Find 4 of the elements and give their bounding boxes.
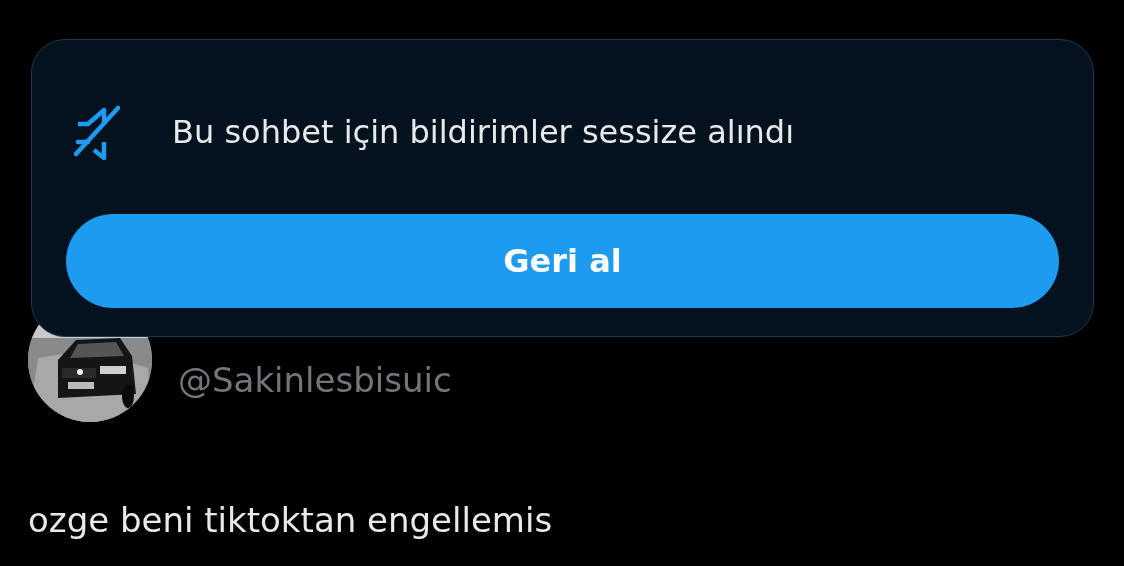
- user-handle: @Sakinlesbisuic: [178, 360, 452, 400]
- toast-message: Bu sohbet için bildirimler sessize alındı: [172, 113, 795, 151]
- tweet-text: ozge beni tiktoktan engellemis: [28, 500, 553, 540]
- undo-button[interactable]: Geri al: [66, 214, 1059, 308]
